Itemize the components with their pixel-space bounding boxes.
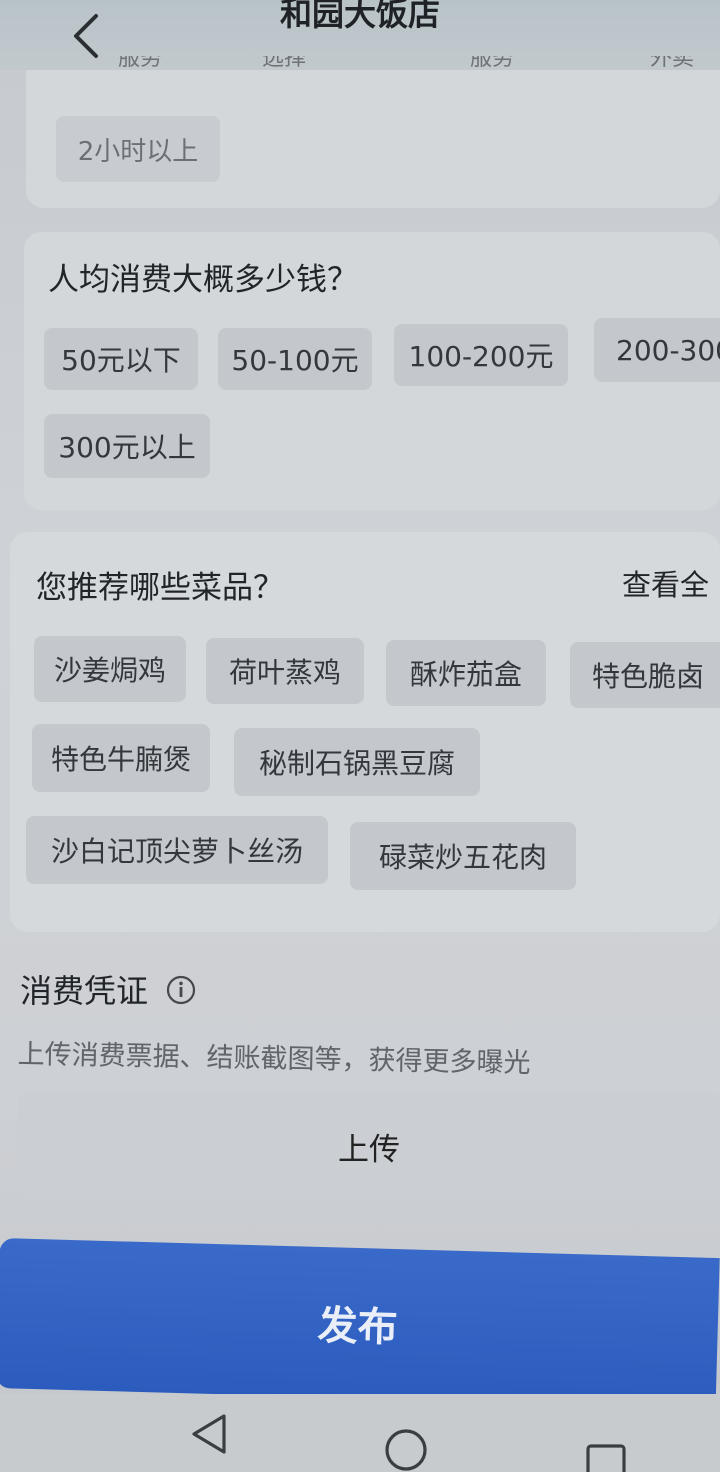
duration-option[interactable]: 2小时以上 bbox=[56, 116, 220, 182]
dish-tag[interactable]: 沙姜焗鸡 bbox=[34, 636, 186, 702]
screen: 和园大饭店 服务 选择 服务 外卖 2小时以上 人均消费大概多少钱？ 50元以下… bbox=[0, 0, 720, 1472]
back-triangle-icon[interactable] bbox=[188, 1412, 230, 1456]
price-option[interactable]: 300元以上 bbox=[44, 414, 210, 478]
publish-button[interactable]: 发布 bbox=[0, 1238, 720, 1409]
price-option[interactable]: 200-300 bbox=[594, 318, 720, 382]
back-button[interactable] bbox=[62, 10, 112, 60]
dish-tag[interactable]: 特色牛腩煲 bbox=[32, 724, 210, 792]
dish-tag[interactable]: 酥炸茄盒 bbox=[386, 640, 546, 706]
dish-tag[interactable]: 碌菜炒五花肉 bbox=[350, 822, 576, 890]
price-card: 人均消费大概多少钱？ 50元以下 50-100元 100-200元 200-30… bbox=[24, 232, 720, 510]
dish-tag[interactable]: 沙白记顶尖萝卜丝汤 bbox=[26, 816, 328, 884]
info-icon[interactable] bbox=[165, 974, 197, 1006]
cut-option: 外卖 bbox=[650, 56, 695, 70]
dish-tag[interactable]: 特色脆卤 bbox=[570, 642, 720, 708]
cut-option: 服务 bbox=[118, 56, 163, 70]
top-bar: 和园大饭店 服务 选择 服务 外卖 bbox=[0, 0, 720, 70]
cut-option: 选择 bbox=[262, 56, 307, 70]
price-option[interactable]: 50元以下 bbox=[44, 328, 198, 390]
publish-label: 发布 bbox=[317, 1302, 399, 1352]
duration-card: 2小时以上 bbox=[26, 70, 720, 208]
dishes-question: 您推荐哪些菜品？ bbox=[36, 570, 284, 606]
cut-option: 服务 bbox=[470, 56, 515, 70]
recent-square-icon[interactable] bbox=[584, 1442, 630, 1472]
cut-off-options-row: 服务 选择 服务 外卖 bbox=[0, 56, 720, 70]
home-circle-icon[interactable] bbox=[382, 1426, 430, 1472]
system-nav-bar bbox=[0, 1394, 720, 1472]
view-all-link[interactable]: 查看全 bbox=[622, 562, 709, 604]
price-option[interactable]: 50-100元 bbox=[218, 328, 372, 390]
upload-button[interactable]: 上传 bbox=[18, 1092, 720, 1200]
dishes-card: 您推荐哪些菜品？ 查看全 沙姜焗鸡 荷叶蒸鸡 酥炸茄盒 特色脆卤 特色牛腩煲 秘… bbox=[10, 532, 720, 932]
chevron-left-icon bbox=[74, 14, 98, 58]
price-option[interactable]: 100-200元 bbox=[394, 324, 568, 386]
dish-tag[interactable]: 荷叶蒸鸡 bbox=[206, 638, 364, 704]
receipt-title: 消费凭证 bbox=[20, 972, 149, 1010]
receipt-hint: 上传消费票据、结账截图等，获得更多曝光 bbox=[17, 1038, 531, 1079]
dish-tag[interactable]: 秘制石锅黑豆腐 bbox=[234, 728, 480, 796]
price-question: 人均消费大概多少钱？ bbox=[48, 262, 358, 298]
